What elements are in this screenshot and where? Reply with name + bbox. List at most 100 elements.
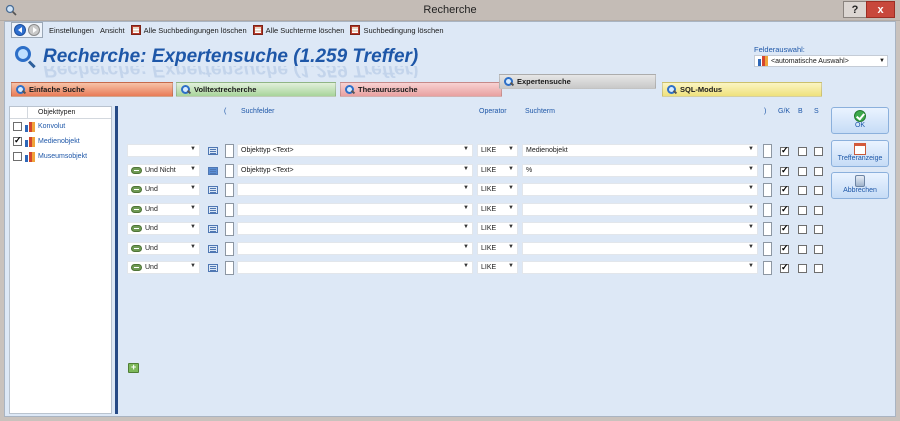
object-type-checkbox[interactable] [13,135,22,146]
gk-checkbox[interactable] [780,204,789,215]
s-checkbox[interactable] [814,205,823,215]
help-button[interactable]: ? [843,1,867,18]
close-paren-field[interactable] [763,261,772,275]
close-paren-field[interactable] [763,222,772,236]
felderauswahl-select[interactable]: <automatische Auswahl> ▼ [754,55,888,67]
abbrechen-button[interactable]: Abbrechen [831,172,889,199]
operator-select[interactable]: LIKE ▼ [477,241,518,255]
operator-select[interactable]: LIKE ▼ [477,183,518,196]
query-grid: ( Suchfelder Operator Suchterm ) G/K B S… [120,106,828,414]
field-picker-icon[interactable] [207,243,219,254]
open-paren-field[interactable] [225,183,234,197]
search-term-select[interactable]: ▼ [522,261,758,274]
b-checkbox[interactable] [798,186,807,195]
connector-select[interactable]: Und ▼ [127,261,200,274]
field-picker-icon[interactable] [207,165,219,176]
open-paren-field[interactable] [225,222,234,236]
chevron-down-icon: ▼ [748,185,754,191]
field-picker-icon[interactable] [207,145,219,156]
add-row-icon[interactable] [128,362,139,373]
clear-all-conditions-button[interactable]: Alle Suchbedingungen löschen [130,25,247,35]
search-field-select[interactable]: Objekttyp <Text> ▼ [237,163,473,177]
search-term-select[interactable]: ▼ [522,183,758,196]
close-paren-field[interactable] [763,202,772,217]
s-checkbox[interactable] [814,225,823,234]
b-checkbox[interactable] [798,147,807,156]
ansicht-menu[interactable]: Ansicht [100,26,125,35]
gk-checkbox[interactable] [780,262,789,273]
clear-all-terms-button[interactable]: Alle Suchterme löschen [252,25,344,35]
open-paren-field[interactable] [225,241,234,256]
s-checkbox[interactable] [814,264,823,273]
operator-select[interactable]: LIKE ▼ [477,202,518,216]
search-field-select[interactable]: ▼ [237,241,473,255]
b-checkbox[interactable] [798,264,807,273]
panel-splitter[interactable] [115,106,118,414]
tab-einfache-suche[interactable]: Einfache Suche [11,82,173,97]
gk-checkbox[interactable] [780,223,789,234]
b-checkbox[interactable] [798,205,807,215]
object-type-checkbox[interactable] [13,152,22,161]
operator-select[interactable]: LIKE ▼ [477,261,518,274]
search-term-select[interactable]: ▼ [522,222,758,235]
field-picker-icon[interactable] [207,262,219,273]
close-paren-field[interactable] [763,163,772,178]
search-field-select[interactable]: ▼ [237,183,473,196]
delete-condition-button[interactable]: Suchbedingung löschen [350,25,444,35]
search-term-select[interactable]: Medienobjekt ▼ [522,144,758,157]
search-term-select[interactable]: ▼ [522,241,758,255]
connector-select[interactable]: Und ▼ [127,202,200,216]
connector-select[interactable]: Und ▼ [127,183,200,196]
search-field-select[interactable]: Objekttyp <Text> ▼ [237,144,473,157]
search-field-select[interactable]: ▼ [237,261,473,274]
connector-select[interactable]: ▼ [127,144,200,157]
s-checkbox[interactable] [814,244,823,254]
open-paren-field[interactable] [225,202,234,217]
gk-checkbox[interactable] [780,184,789,195]
operator-select[interactable]: LIKE ▼ [477,144,518,157]
connector-select[interactable]: Und ▼ [127,222,200,235]
object-type-item-konvolut[interactable]: Konvolut [10,119,111,134]
trefferanzeige-button[interactable]: Trefferanzeige [831,140,889,167]
connector-select[interactable]: Und ▼ [127,241,200,255]
search-term-select[interactable]: % ▼ [522,163,758,177]
operator-select[interactable]: LIKE ▼ [477,222,518,235]
b-checkbox[interactable] [798,225,807,234]
chevron-down-icon: ▼ [190,185,196,191]
close-paren-field[interactable] [763,183,772,197]
s-checkbox[interactable] [814,186,823,195]
tab-sql-modus[interactable]: SQL-Modus [662,82,822,97]
close-paren-field[interactable] [763,241,772,256]
field-picker-icon[interactable] [207,204,219,215]
navigation-group [11,22,43,38]
gk-checkbox[interactable] [780,165,789,176]
open-paren-field[interactable] [225,261,234,275]
einstellungen-menu[interactable]: Einstellungen [49,26,94,35]
search-field-select[interactable]: ▼ [237,202,473,216]
open-paren-field[interactable] [225,144,234,158]
field-picker-icon[interactable] [207,223,219,234]
close-button[interactable]: x [866,1,895,18]
operator-select[interactable]: LIKE ▼ [477,163,518,177]
field-picker-icon[interactable] [207,184,219,195]
close-paren-field[interactable] [763,144,772,158]
gk-checkbox[interactable] [780,243,789,254]
b-checkbox[interactable] [798,166,807,176]
object-type-checkbox[interactable] [13,122,22,131]
tab-thesaurussuche[interactable]: Thesaurussuche [340,82,502,97]
search-term-select[interactable]: ▼ [522,202,758,216]
s-checkbox[interactable] [814,147,823,156]
forward-icon[interactable] [28,24,40,36]
open-paren-field[interactable] [225,163,234,178]
back-icon[interactable] [14,24,26,36]
gk-checkbox[interactable] [780,145,789,156]
object-type-item-museumsobjekt[interactable]: Museumsobjekt [10,149,111,164]
tab-volltextrecherche[interactable]: Volltextrecherche [176,82,336,97]
s-checkbox[interactable] [814,166,823,176]
connector-select[interactable]: Und Nicht ▼ [127,163,200,177]
object-type-item-medienobjekt[interactable]: Medienobjekt [10,134,111,149]
b-checkbox[interactable] [798,244,807,254]
tab-expertensuche[interactable]: Expertensuche [499,74,656,89]
search-field-select[interactable]: ▼ [237,222,473,235]
ok-button[interactable]: OK [831,107,889,134]
